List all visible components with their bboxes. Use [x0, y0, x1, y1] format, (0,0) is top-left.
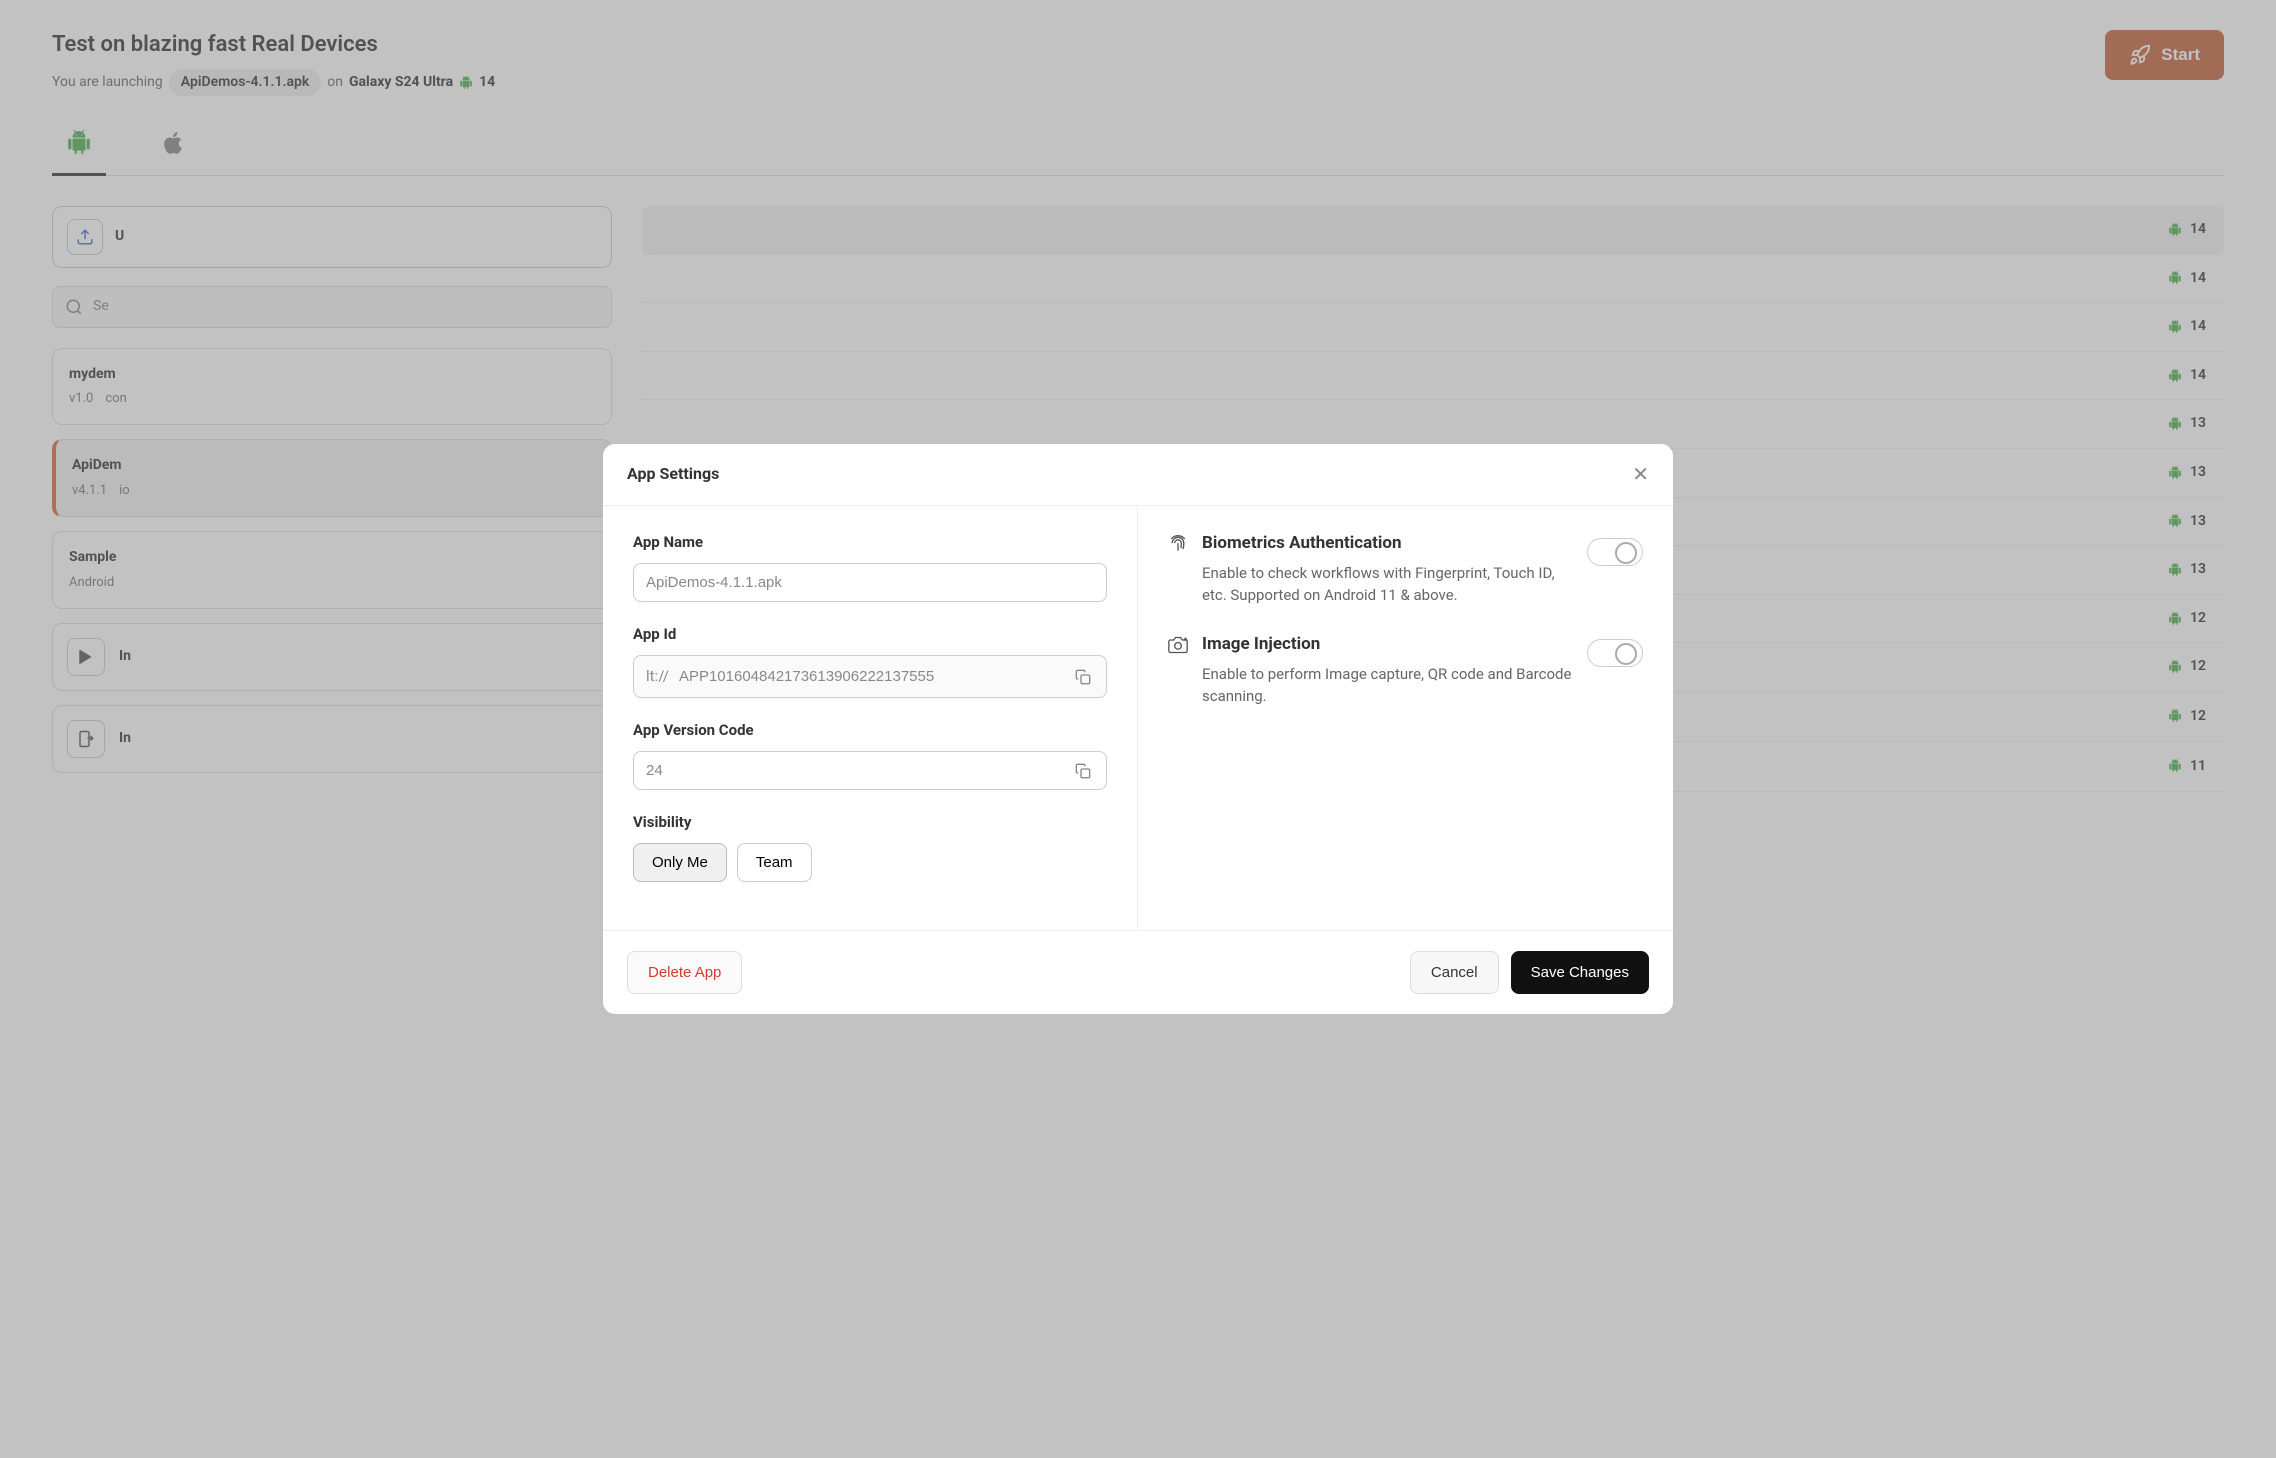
visibility-label: Visibility — [633, 812, 1107, 833]
copy-icon[interactable] — [1068, 662, 1098, 692]
version-input[interactable] — [634, 752, 1068, 789]
biometrics-title: Biometrics Authentication — [1202, 532, 1573, 556]
image-injection-toggle[interactable] — [1587, 639, 1643, 667]
modal-overlay: App Settings ✕ App Name App Id lt:// — [0, 0, 2276, 1458]
biometrics-desc: Enable to check workflows with Fingerpri… — [1202, 562, 1573, 607]
app-id-label: App Id — [633, 624, 1107, 645]
app-id-input[interactable] — [675, 658, 1068, 695]
cancel-button[interactable]: Cancel — [1410, 951, 1499, 994]
image-injection-desc: Enable to perform Image capture, QR code… — [1202, 663, 1573, 708]
save-button[interactable]: Save Changes — [1511, 951, 1649, 994]
version-field — [633, 751, 1107, 790]
visibility-team[interactable]: Team — [737, 843, 812, 882]
copy-icon[interactable] — [1068, 756, 1098, 786]
app-id-prefix: lt:// — [634, 656, 675, 697]
visibility-only-me[interactable]: Only Me — [633, 843, 727, 882]
delete-app-button[interactable]: Delete App — [627, 951, 742, 994]
image-injection-title: Image Injection — [1202, 633, 1573, 657]
biometrics-toggle[interactable] — [1587, 538, 1643, 566]
app-settings-modal: App Settings ✕ App Name App Id lt:// — [603, 444, 1673, 1014]
close-icon[interactable]: ✕ — [1632, 462, 1649, 487]
version-label: App Version Code — [633, 720, 1107, 741]
fingerprint-icon — [1168, 534, 1188, 561]
app-name-input[interactable] — [633, 563, 1107, 602]
app-name-label: App Name — [633, 532, 1107, 553]
modal-title: App Settings — [627, 463, 719, 485]
camera-icon — [1168, 635, 1188, 662]
app-id-field: lt:// — [633, 655, 1107, 698]
